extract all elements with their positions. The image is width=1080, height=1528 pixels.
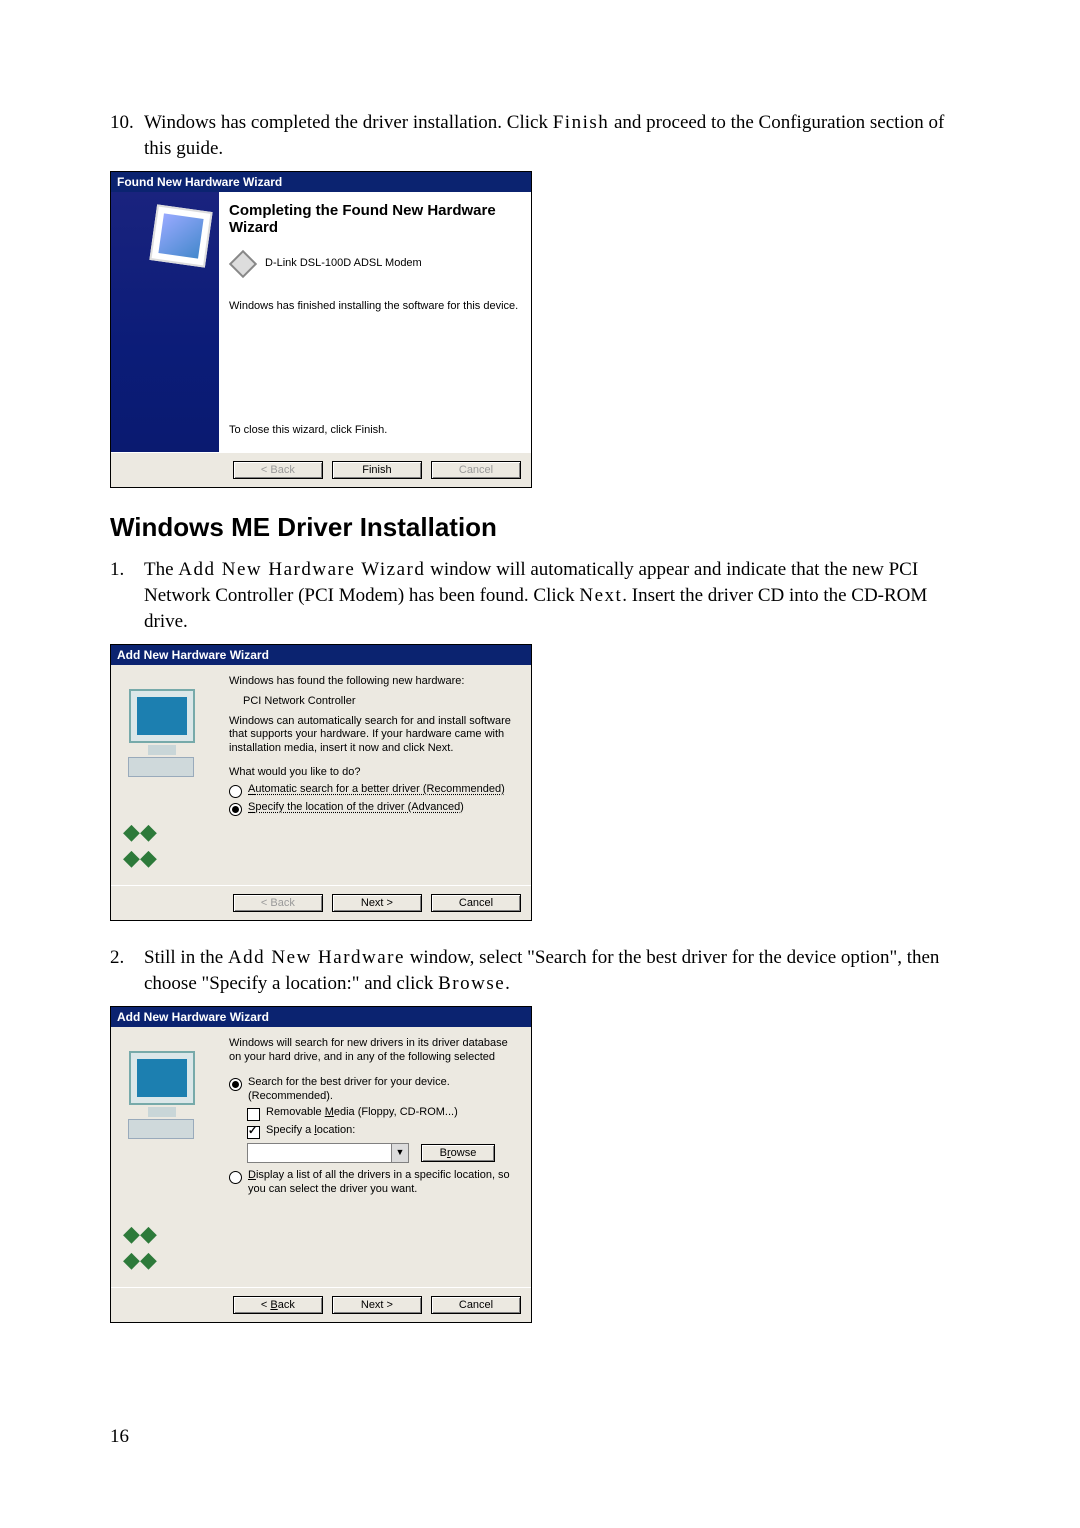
location-combo-row: ▼ Browse — [247, 1143, 519, 1163]
dialog-add-new-hardware-found: Add New Hardware Wizard Windows has foun… — [110, 644, 532, 921]
step-text: The Add New Hardware Wizard window will … — [144, 557, 970, 634]
step1-wizard: Add New Hardware Wizard — [178, 559, 425, 580]
location-combobox[interactable]: ▼ — [247, 1143, 409, 1163]
step2-wizard: Add New Hardware — [228, 947, 405, 968]
back-button[interactable]: < Back — [233, 461, 323, 479]
dialog-heading: Completing the Found New Hardware Wizard — [229, 202, 519, 236]
step-2: 2. Still in the Add New Hardware window,… — [110, 945, 970, 996]
option-search-best-driver[interactable]: Search for the best driver for your devi… — [229, 1076, 519, 1104]
step-1: 1. The Add New Hardware Wizard window wi… — [110, 557, 970, 634]
autodesc-text: Windows can automatically search for and… — [229, 715, 519, 756]
checkbox-removable-media[interactable]: Removable Media (Floppy, CD-ROM...) — [247, 1106, 519, 1121]
photo-art-icon — [149, 205, 212, 268]
modem-icon — [229, 250, 257, 278]
step-10: 10. Windows has completed the driver ins… — [110, 110, 970, 161]
document-page: 10. Windows has completed the driver ins… — [0, 0, 1080, 1528]
computer-icon — [129, 689, 195, 777]
step2-text-a: Still in the — [144, 947, 228, 968]
device-name: PCI Network Controller — [243, 695, 519, 709]
found-text: Windows has found the following new hard… — [229, 675, 519, 689]
section-heading-windows-me: Windows ME Driver Installation — [110, 512, 970, 543]
cancel-button[interactable]: Cancel — [431, 894, 521, 912]
step-number: 1. — [110, 557, 144, 634]
what-text: What would you like to do? — [229, 766, 519, 780]
dialog-titlebar: Add New Hardware Wizard — [111, 1007, 531, 1027]
dialog-right-pane: Completing the Found New Hardware Wizard… — [219, 192, 531, 452]
chk-specify-label: Specify a location: — [266, 1124, 355, 1138]
radio-icon — [229, 785, 242, 798]
dialog-left-art — [111, 665, 219, 885]
checkbox-specify-location[interactable]: Specify a location: — [247, 1124, 519, 1139]
dialog-left-art — [111, 192, 219, 452]
page-number: 16 — [110, 1426, 129, 1448]
chips-icon — [123, 1221, 154, 1273]
step1-text-a: The — [144, 559, 178, 580]
chk-removable-label: Removable Media (Floppy, CD-ROM...) — [266, 1106, 458, 1120]
back-button[interactable]: < Back — [233, 894, 323, 912]
dialog-found-new-hardware-complete: Found New Hardware Wizard Completing the… — [110, 171, 532, 488]
dialog-button-row: < Back Finish Cancel — [111, 452, 531, 487]
chips-icon — [123, 819, 154, 871]
device-name: D-Link DSL-100D ADSL Modem — [265, 257, 422, 271]
chevron-down-icon: ▼ — [391, 1144, 408, 1162]
dialog-button-row: < Back Next > Cancel — [111, 885, 531, 920]
next-button[interactable]: Next > — [332, 894, 422, 912]
opt-search-label: Search for the best driver for your devi… — [248, 1076, 519, 1104]
dialog-add-new-hardware-search: Add New Hardware Wizard Windows will sea… — [110, 1006, 532, 1323]
step2-browse: Browse — [438, 973, 505, 994]
dialog-left-art — [111, 1027, 219, 1287]
cancel-button[interactable]: Cancel — [431, 461, 521, 479]
radio-icon — [229, 1171, 242, 1184]
radio-icon — [229, 803, 242, 816]
radio-icon — [229, 1078, 242, 1091]
opt-display-label: Display a list of all the drivers in a s… — [248, 1169, 519, 1197]
step-text: Still in the Add New Hardware window, se… — [144, 945, 970, 996]
checkbox-icon — [247, 1108, 260, 1121]
intro-text: Windows will search for new drivers in i… — [229, 1037, 519, 1065]
opt-auto-label: Automatic search for a better driver (Re… — [248, 783, 505, 797]
dialog-right-pane: Windows will search for new drivers in i… — [219, 1027, 531, 1287]
dialog-button-row: < Back Next > Cancel — [111, 1287, 531, 1322]
opt-spec-label: Specify the location of the driver (Adva… — [248, 801, 464, 815]
option-display-list[interactable]: Display a list of all the drivers in a s… — [229, 1169, 519, 1197]
dialog-titlebar: Found New Hardware Wizard — [111, 172, 531, 192]
dialog-right-pane: Windows has found the following new hard… — [219, 665, 531, 885]
step10-text-a: Windows has completed the driver install… — [144, 112, 553, 133]
step10-finish: Finish — [553, 112, 610, 133]
checkbox-icon — [247, 1126, 260, 1139]
step-text: Windows has completed the driver install… — [144, 110, 970, 161]
finish-button[interactable]: Finish — [332, 461, 422, 479]
step1-next: Next — [579, 585, 622, 606]
option-specify-location[interactable]: Specify the location of the driver (Adva… — [229, 801, 519, 816]
computer-icon — [129, 1051, 195, 1139]
cancel-button[interactable]: Cancel — [431, 1296, 521, 1314]
step-number: 2. — [110, 945, 144, 996]
next-button[interactable]: Next > — [332, 1296, 422, 1314]
browse-button[interactable]: Browse — [421, 1144, 495, 1162]
install-done-text: Windows has finished installing the soft… — [229, 300, 519, 314]
back-button[interactable]: < Back — [233, 1296, 323, 1314]
option-automatic-search[interactable]: Automatic search for a better driver (Re… — [229, 783, 519, 798]
step2-text-c: . — [505, 973, 510, 994]
step-number: 10. — [110, 110, 144, 161]
dialog-titlebar: Add New Hardware Wizard — [111, 645, 531, 665]
close-instruction-text: To close this wizard, click Finish. — [229, 424, 519, 438]
